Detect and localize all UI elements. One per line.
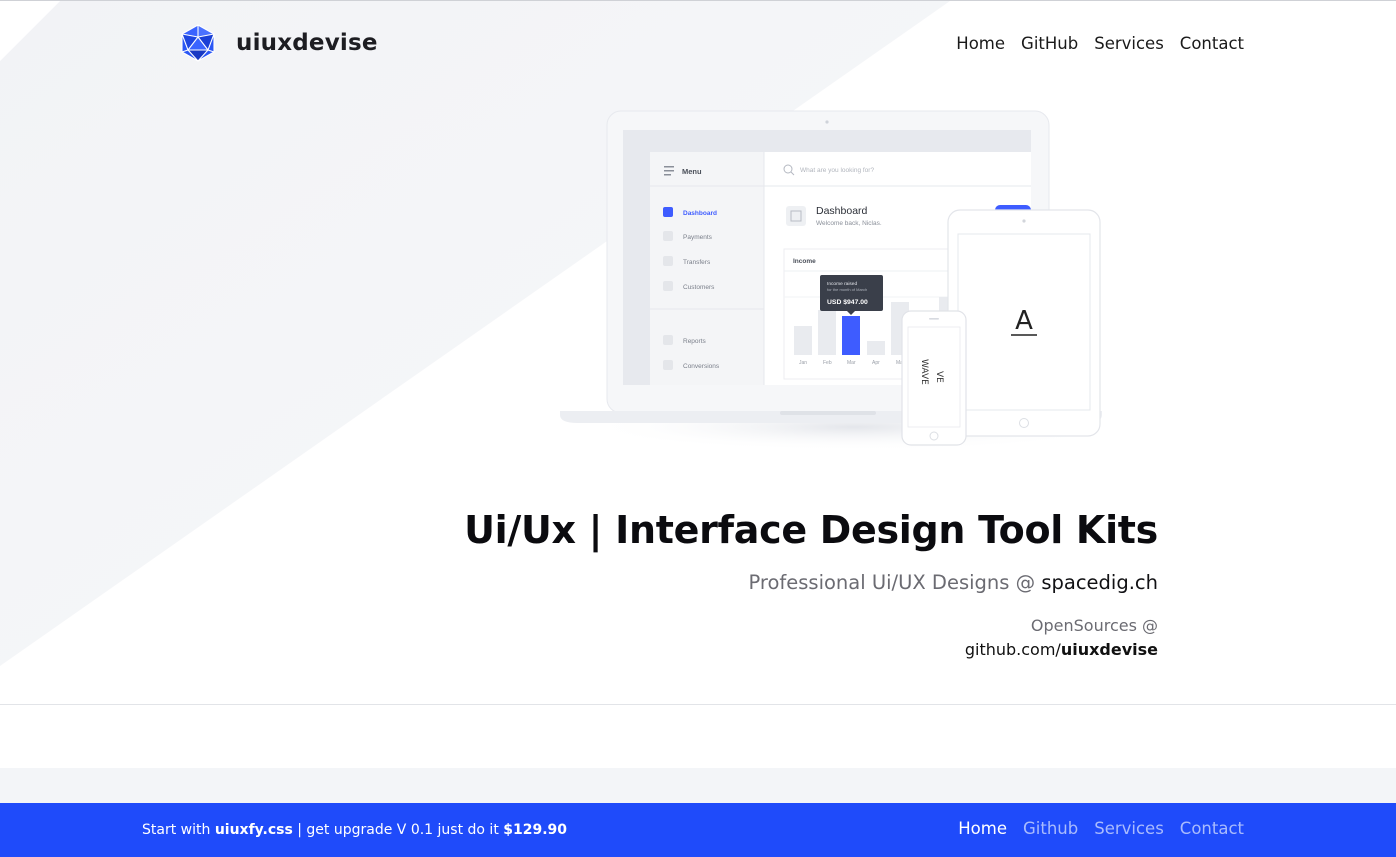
nav-github-link[interactable]: GitHub: [1021, 34, 1078, 53]
mockup-dashboard-title: Dashboard: [816, 205, 868, 217]
icosahedron-logo-icon: [181, 24, 215, 62]
promo-start: Start with: [142, 822, 215, 838]
mockup-sidebar-item: Transfers: [683, 259, 711, 266]
mockup-chart-month: Feb: [823, 360, 832, 366]
mockup-chart-month: Apr: [872, 360, 880, 366]
hero-subline: Professional Ui/UX Designs @ spacedig.ch: [748, 571, 1158, 594]
footer-nav-contact-link[interactable]: Contact: [1180, 819, 1244, 838]
device-mockup-illustration: Menu What are you looking for? Dashboard…: [560, 110, 1114, 451]
mockup-dashboard-subtitle: Welcome back, Niclas.: [816, 220, 882, 227]
footer-nav-home-link[interactable]: Home: [958, 819, 1007, 838]
mockup-menu-label: Menu: [682, 167, 702, 176]
phone-mockup: WAVE VE: [901, 310, 967, 446]
nav-home-link[interactable]: Home: [956, 34, 1005, 53]
github-link[interactable]: github.com/uiuxdevise: [965, 640, 1158, 659]
footer-bar: Start with uiuxfy.css | get upgrade V 0.…: [0, 803, 1396, 857]
mockup-tooltip-line: for the month of March: [827, 287, 867, 292]
opensources-label: OpenSources @: [1030, 616, 1158, 635]
footer-nav-services-link[interactable]: Services: [1094, 819, 1164, 838]
mockup-sidebar-item: Dashboard: [683, 210, 717, 217]
brand[interactable]: uiuxdevise: [178, 23, 378, 63]
mockup-sidebar-item: Payments: [683, 234, 713, 241]
promo-product[interactable]: uiuxfy.css: [215, 822, 293, 838]
spacedig-link[interactable]: spacedig.ch: [1041, 571, 1158, 594]
nav-services-link[interactable]: Services: [1094, 34, 1164, 53]
promo-price: $129.90: [503, 822, 568, 838]
tablet-mockup: A: [947, 209, 1101, 437]
mockup-phone-glyph: VE: [934, 371, 944, 383]
mockup-tablet-glyph: A: [1015, 306, 1033, 336]
promo-mid: | get upgrade V 0.1 just do it: [292, 822, 504, 838]
mockup-phone-glyph: WAVE: [919, 359, 929, 385]
mockup-chart-month: Jan: [799, 360, 807, 366]
footer-nav: Home Github Services Contact: [942, 819, 1244, 838]
mockup-chart-month: Mar: [847, 360, 856, 366]
top-nav: Home GitHub Services Contact: [940, 34, 1244, 53]
nav-contact-link[interactable]: Contact: [1180, 34, 1244, 53]
promo-text: Start with uiuxfy.css | get upgrade V 0.…: [142, 822, 567, 838]
hero-subline-muted: Professional Ui/UX Designs @: [748, 571, 1042, 594]
gray-band: [0, 768, 1396, 803]
mockup-tooltip-value: USD $947.00: [827, 299, 868, 306]
hero-headline: Ui/Ux | Interface Design Tool Kits: [464, 508, 1158, 552]
mockup-search-placeholder: What are you looking for?: [800, 167, 874, 174]
mockup-sidebar-item: Conversions: [683, 363, 720, 370]
hero-section: uiuxdevise Home GitHub Services Contact: [0, 1, 1396, 704]
mockup-chart-tooltip: Income raised for the month of March USD…: [820, 275, 883, 315]
mockup-sidebar-item: Customers: [683, 284, 715, 291]
footer-nav-github-link[interactable]: Github: [1023, 819, 1078, 838]
github-link-handle: uiuxdevise: [1060, 640, 1158, 659]
mockup-income-label: Income: [793, 258, 816, 265]
brand-name: uiuxdevise: [236, 30, 378, 56]
section-divider: [0, 704, 1396, 705]
mockup-sidebar-item: Reports: [683, 338, 707, 345]
github-link-prefix: github.com/: [964, 640, 1061, 659]
